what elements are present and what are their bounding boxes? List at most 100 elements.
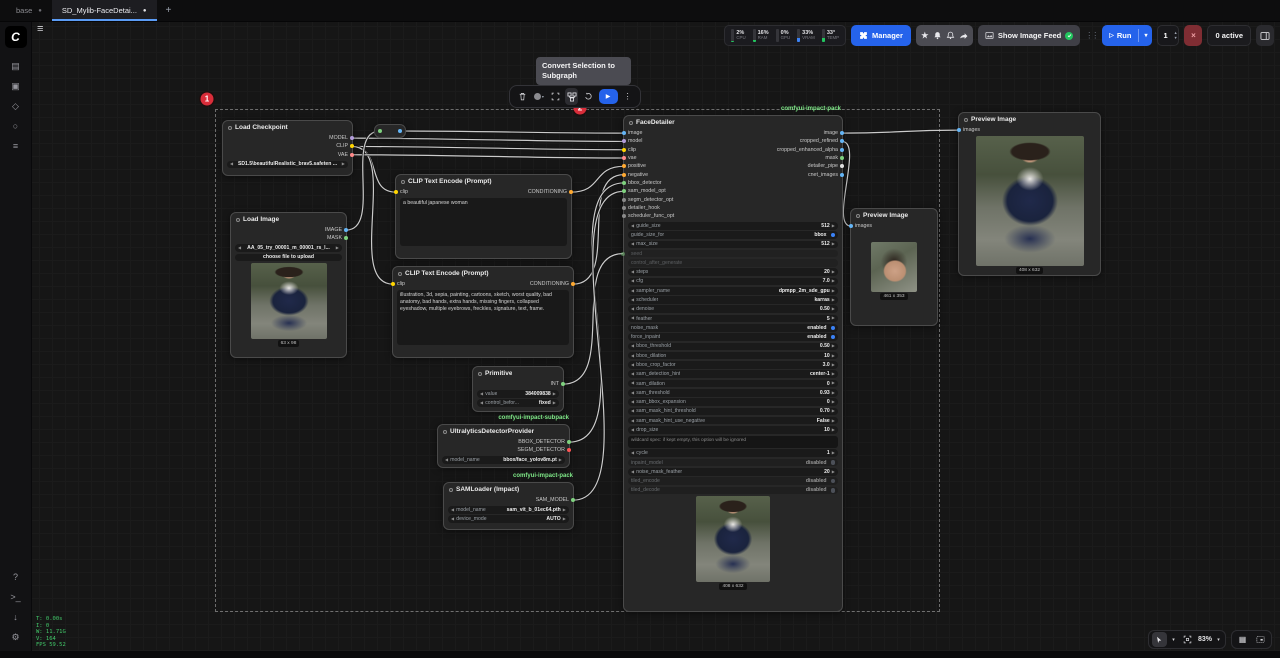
node-header[interactable]: SAMLoader (Impact) [444, 483, 573, 496]
node-facedetailer[interactable]: FaceDetailerimageimagemodelcropped_refin… [623, 115, 843, 612]
color-picker-icon[interactable]: ▾ [532, 88, 545, 105]
node-clip_text_neg[interactable]: CLIP Text Encode (Prompt)clipCONDITIONIN… [392, 266, 574, 358]
widget-device_mode[interactable]: ◀device_modeAUTO▶ [448, 515, 569, 523]
widget-max_size[interactable]: ◀max_size512▶ [628, 241, 838, 249]
widget-sam_mask_hint_use_negative[interactable]: ◀sam_mask_hint_use_negativeFalse▶ [628, 417, 838, 425]
input-slot[interactable]: positive [628, 163, 646, 169]
value-left-arrow-icon[interactable]: ◀ [631, 372, 634, 376]
input-dot-sam_model_opt[interactable] [622, 189, 626, 193]
bell-outline-icon[interactable] [945, 27, 957, 44]
widget-combo[interactable]: ◀AA_05_try_00001_m_00001_rs_l...▶ [235, 244, 342, 252]
widget-control_befor...[interactable]: ◀control_befor...fixed▶ [477, 399, 559, 407]
input-dot-scheduler_func_opt[interactable] [622, 214, 626, 218]
collapse-icon[interactable] [443, 430, 447, 434]
value-right-arrow-icon[interactable]: ▶ [832, 381, 835, 385]
node-header[interactable]: Load Image [231, 213, 346, 226]
value-left-arrow-icon[interactable]: ◀ [631, 428, 634, 432]
input-dot-image[interactable] [622, 131, 626, 135]
output-dot-VAE[interactable] [350, 153, 354, 157]
input-dot-images[interactable] [957, 128, 961, 132]
run-dropdown-icon[interactable]: ▾ [1139, 32, 1152, 39]
value-left-arrow-icon[interactable]: ◀ [451, 517, 454, 521]
collapse-icon[interactable] [398, 272, 402, 276]
widget-cycle[interactable]: ◀cycle1▶ [628, 449, 838, 457]
value-right-arrow-icon[interactable]: ▶ [832, 289, 835, 293]
fit-view-icon[interactable] [1180, 632, 1195, 647]
combo-left-arrow-icon[interactable]: ◀ [230, 162, 233, 166]
widget-steps[interactable]: ◀steps20▶ [628, 268, 838, 276]
sidebar-downloads-icon[interactable]: ↓ [6, 609, 26, 625]
value-left-arrow-icon[interactable]: ◀ [480, 392, 483, 396]
input-slot[interactable]: bbox_detector [628, 180, 662, 186]
node-load_image[interactable]: Load ImageIMAGEMASK◀AA_05_try_00001_m_00… [230, 212, 347, 358]
value-left-arrow-icon[interactable]: ◀ [631, 279, 634, 283]
zoom-level[interactable]: 83% [1198, 636, 1212, 643]
input-dot-bbox_detector[interactable] [622, 181, 626, 185]
batch-count-stepper[interactable]: 1 ▴▾ [1157, 25, 1179, 46]
value-left-arrow-icon[interactable]: ◀ [631, 316, 634, 320]
value-right-arrow-icon[interactable]: ▶ [832, 242, 835, 246]
value-right-arrow-icon[interactable]: ▶ [832, 344, 835, 348]
value-right-arrow-icon[interactable]: ▶ [832, 372, 835, 376]
node-primitive[interactable]: PrimitiveINT◀value384009838▶◀control_bef… [472, 366, 564, 412]
value-right-arrow-icon[interactable]: ▶ [832, 307, 835, 311]
sidebar-gallery-icon[interactable]: ▣ [6, 78, 26, 94]
collapse-icon[interactable] [856, 214, 860, 218]
value-right-arrow-icon[interactable]: ▶ [832, 316, 835, 320]
input-slot[interactable]: images [855, 223, 872, 229]
input-slot[interactable]: clip [628, 147, 636, 153]
value-right-arrow-icon[interactable]: ▶ [832, 270, 835, 274]
widget-bbox_crop_factor[interactable]: ◀bbox_crop_factor3.0▶ [628, 361, 838, 369]
value-left-arrow-icon[interactable]: ◀ [631, 298, 634, 302]
input-slot[interactable]: sam_model_opt [628, 188, 666, 194]
upload-button[interactable]: choose file to upload [235, 254, 342, 262]
input-slot[interactable]: clip [400, 189, 408, 195]
toggle-icon[interactable] [831, 326, 836, 331]
node-header[interactable]: UltralyticsDetectorProvider [438, 425, 569, 438]
toggle-icon[interactable] [831, 233, 836, 238]
output-dot-mask[interactable] [840, 156, 844, 160]
output-dot-cnet_images[interactable] [840, 173, 844, 177]
zoom-dropdown-icon[interactable]: ▾ [1215, 632, 1222, 647]
widget-denoise[interactable]: ◀denoise0.50▶ [628, 305, 838, 313]
input-dot-positive[interactable] [622, 164, 626, 168]
widget-sam_dilation[interactable]: ◀sam_dilation0▶ [628, 380, 838, 388]
sidebar-settings-icon[interactable]: ⚙ [6, 629, 26, 645]
input-dot-clip[interactable] [391, 282, 395, 286]
value-left-arrow-icon[interactable]: ◀ [631, 391, 634, 395]
prompt-textarea[interactable]: illustration, 3d, sepia, painting, carto… [397, 290, 569, 345]
value-right-arrow-icon[interactable]: ▶ [553, 392, 556, 396]
node-header[interactable]: Preview Image [851, 209, 937, 222]
delete-icon[interactable] [516, 88, 529, 105]
node-clip_text_pos[interactable]: CLIP Text Encode (Prompt)clipCONDITIONIN… [395, 174, 572, 259]
output-slot[interactable]: CONDITIONING [530, 281, 569, 287]
sidebar-queue-icon[interactable]: ≡ [6, 138, 26, 154]
value-right-arrow-icon[interactable]: ▶ [832, 298, 835, 302]
more-options-icon[interactable]: ⋮ [621, 88, 634, 105]
output-slot[interactable]: MODEL [329, 135, 348, 141]
menu-icon[interactable]: ≡ [37, 24, 43, 35]
value-right-arrow-icon[interactable]: ▶ [563, 517, 566, 521]
stepper-arrows-icon[interactable]: ▴▾ [1175, 31, 1177, 39]
widget-inpaint_model[interactable]: inpaint_modeldisabled [628, 459, 838, 467]
widget-tiled_decode[interactable]: tiled_decodedisabled [628, 487, 838, 495]
value-left-arrow-icon[interactable]: ◀ [631, 409, 634, 413]
collapse-icon[interactable] [964, 118, 968, 122]
collapse-icon[interactable] [236, 218, 240, 222]
widget-value[interactable]: ◀value384009838▶ [477, 390, 559, 398]
sidebar-models-icon[interactable]: ◇ [6, 98, 26, 114]
sidebar-workflows-icon[interactable]: ▤ [6, 58, 26, 74]
widget-bbox_threshold[interactable]: ◀bbox_threshold0.50▶ [628, 343, 838, 351]
output-slot[interactable]: BBOX_DETECTOR [518, 439, 565, 445]
widget-control_after_generate[interactable]: control_after_generate [628, 259, 838, 267]
combo-right-arrow-icon[interactable]: ▶ [336, 246, 339, 250]
node-ultralytics[interactable]: UltralyticsDetectorProviderBBOX_DETECTOR… [437, 424, 570, 468]
execute-icon[interactable]: ▶ [599, 89, 618, 104]
input-dot-clip[interactable] [622, 148, 626, 152]
widget-tiled_encode[interactable]: tiled_encodedisabled [628, 477, 838, 485]
value-right-arrow-icon[interactable]: ▶ [559, 458, 562, 462]
reroute-input-dot[interactable] [378, 129, 382, 133]
node-header[interactable]: CLIP Text Encode (Prompt) [393, 267, 573, 280]
output-slot[interactable]: MASK [327, 235, 342, 241]
value-right-arrow-icon[interactable]: ▶ [553, 401, 556, 405]
